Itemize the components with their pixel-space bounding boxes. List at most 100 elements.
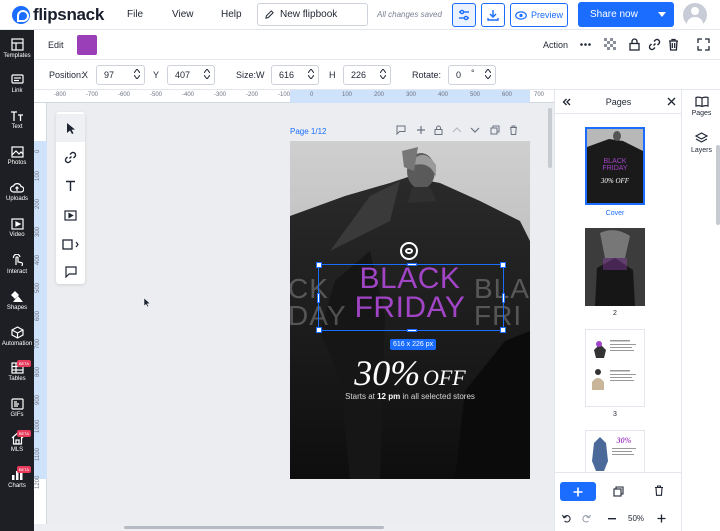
lock-icon[interactable]: [629, 38, 640, 51]
comment-icon[interactable]: [396, 125, 406, 135]
settings-button[interactable]: [452, 3, 476, 27]
resize-handle[interactable]: [407, 263, 417, 266]
menu-help[interactable]: Help: [221, 9, 242, 20]
duplicate-page-icon[interactable]: [613, 486, 624, 497]
ruler-tick-label: 600: [35, 310, 41, 321]
sidebar-item-uploads[interactable]: Uploads: [0, 182, 34, 202]
rotate-input[interactable]: 0 °: [448, 65, 496, 85]
sidebar-item-shapes[interactable]: Shapes: [0, 290, 34, 311]
select-tool[interactable]: [56, 114, 85, 142]
save-status: All changes saved: [377, 10, 442, 19]
editor-canvas[interactable]: -800 -700 -600 -500 -400 -300 -200 -100 0 100 200 3…: [34, 90, 554, 531]
height-input[interactable]: 226: [343, 65, 391, 85]
resize-handle[interactable]: [502, 293, 505, 303]
zoom-out-icon[interactable]: [608, 518, 616, 520]
page-thumbnail-3[interactable]: [585, 329, 645, 407]
action-menu[interactable]: Action: [543, 40, 568, 50]
link-icon[interactable]: [648, 38, 661, 51]
x-stepper[interactable]: [134, 69, 140, 79]
pages-panel-title: Pages: [605, 97, 632, 107]
y-input[interactable]: 407: [167, 65, 215, 85]
sidebar-item-interact[interactable]: Interact: [0, 254, 34, 275]
close-icon[interactable]: [667, 97, 676, 106]
rail-item-pages[interactable]: Pages: [682, 96, 720, 117]
menu-view[interactable]: View: [172, 9, 194, 20]
y-stepper[interactable]: [204, 69, 210, 79]
rotate-stepper[interactable]: [485, 69, 491, 79]
chevron-up-icon[interactable]: [452, 127, 462, 133]
transparency-icon[interactable]: [604, 38, 616, 50]
offer-sub-bold: 12 pm: [377, 392, 401, 401]
shape-tool[interactable]: [56, 230, 85, 258]
sidebar-item-mls[interactable]: BETA MLS: [0, 430, 34, 453]
ruler-tick-label: 200: [35, 198, 41, 209]
canvas-horizontal-scrollbar[interactable]: [34, 524, 554, 531]
sidebar-item-link[interactable]: Link: [0, 73, 34, 94]
offer-text[interactable]: 30% OFF: [290, 352, 530, 394]
rail-item-layers[interactable]: Layers: [682, 132, 720, 154]
download-button[interactable]: [481, 3, 505, 27]
sidebar-item-charts[interactable]: BETA Charts: [0, 466, 34, 489]
share-button[interactable]: Share now: [578, 2, 674, 27]
trash-icon[interactable]: [668, 38, 679, 51]
resize-handle[interactable]: [317, 293, 320, 303]
sidebar-item-templates[interactable]: Templates: [0, 38, 34, 59]
ruler-tick-label: 1100: [35, 448, 41, 461]
ruler-tick-label: 300: [406, 92, 417, 98]
user-avatar[interactable]: [683, 3, 707, 27]
chevron-down-icon: [204, 75, 210, 79]
rail-scrollbar[interactable]: [716, 145, 720, 225]
resize-handle[interactable]: [500, 262, 506, 268]
comment-tool[interactable]: [56, 258, 85, 286]
resize-handle[interactable]: [316, 262, 322, 268]
page-thumbnail-4[interactable]: 30%: [585, 430, 645, 472]
svg-text:FRIDAY: FRIDAY: [602, 165, 627, 172]
width-input[interactable]: 616: [271, 65, 319, 85]
tools-sidebar: Templates Link Text Photos Uploads Video…: [0, 30, 34, 531]
menu-file[interactable]: File: [127, 9, 143, 20]
h-stepper[interactable]: [380, 69, 386, 79]
scrollbar-thumb[interactable]: [124, 526, 384, 529]
flipbook-title-field[interactable]: New flipbook: [257, 3, 368, 26]
undo-icon[interactable]: [562, 514, 571, 523]
share-dropdown[interactable]: [650, 2, 674, 27]
expand-icon[interactable]: [697, 38, 710, 51]
shapes-icon: [11, 291, 23, 302]
ruler-tick-label: 500: [470, 92, 481, 98]
zoom-in-icon[interactable]: [657, 514, 666, 523]
page-thumbnail-cover[interactable]: BLACK FRIDAY 30% OFF: [585, 127, 645, 205]
add-icon[interactable]: [416, 125, 426, 135]
selection-box[interactable]: [316, 262, 506, 333]
w-stepper[interactable]: [308, 69, 314, 79]
x-input[interactable]: 97: [96, 65, 145, 85]
trash-icon[interactable]: [654, 485, 664, 496]
trash-icon[interactable]: [509, 125, 518, 135]
sidebar-item-video[interactable]: Video: [0, 218, 34, 238]
preview-button[interactable]: Preview: [510, 3, 568, 27]
sidebar-item-tables[interactable]: BETA Tables: [0, 360, 34, 382]
chevron-down-icon[interactable]: [470, 127, 480, 133]
video-tool[interactable]: [56, 201, 85, 229]
link-tool[interactable]: [56, 143, 85, 171]
offer-subtitle[interactable]: Starts at 12 pm in all selected stores: [290, 392, 530, 401]
page-thumbnail-2[interactable]: [585, 228, 645, 306]
sidebar-item-text[interactable]: Text: [0, 110, 34, 130]
sidebar-item-automation[interactable]: Automation: [0, 326, 34, 347]
sidebar-item-photos[interactable]: Photos: [0, 146, 34, 166]
resize-handle[interactable]: [500, 327, 506, 333]
brand-logo[interactable]: flipsnack: [12, 5, 104, 25]
resize-handle[interactable]: [407, 329, 417, 332]
redo-icon[interactable]: [582, 514, 591, 523]
sidebar-item-label: Charts: [8, 483, 26, 489]
fill-color-swatch[interactable]: [77, 35, 97, 55]
lock-icon[interactable]: [434, 125, 443, 135]
sidebar-item-gifs[interactable]: GIFs: [0, 398, 34, 418]
canvas-vertical-scrollbar[interactable]: [548, 108, 552, 168]
more-options-icon[interactable]: [580, 43, 591, 46]
text-tool[interactable]: [56, 172, 85, 200]
add-page-button[interactable]: [560, 482, 596, 501]
share-label: Share now: [590, 9, 638, 20]
duplicate-icon[interactable]: [490, 125, 500, 135]
ruler-tick-label: -700: [86, 92, 99, 98]
resize-handle[interactable]: [316, 327, 322, 333]
